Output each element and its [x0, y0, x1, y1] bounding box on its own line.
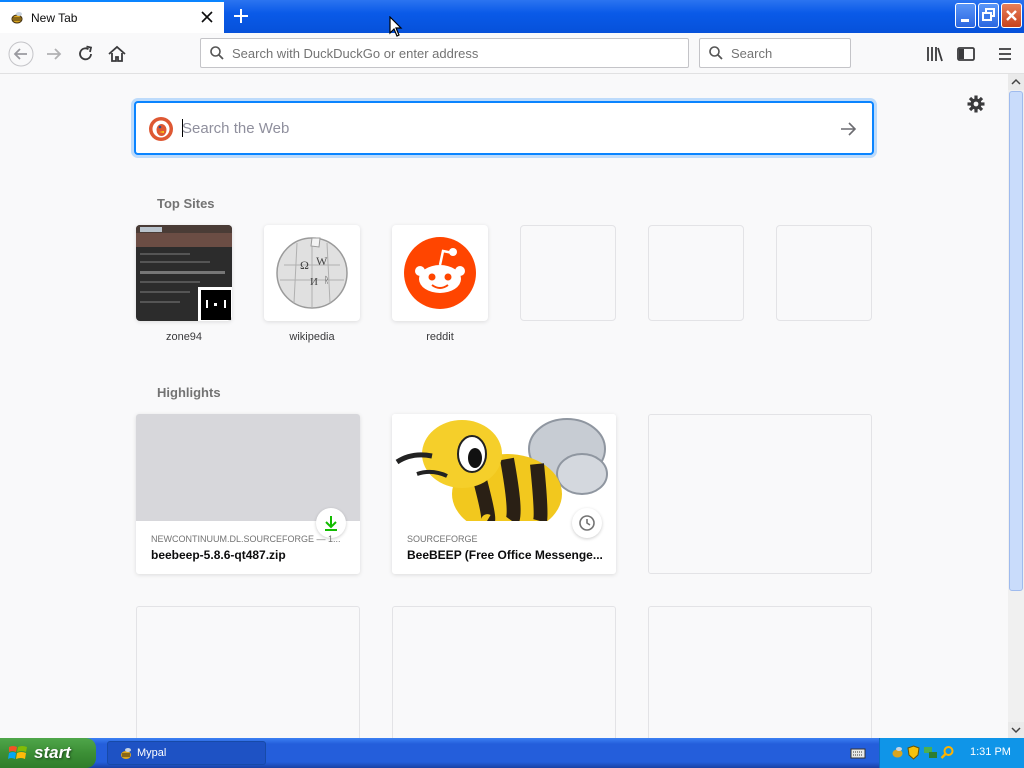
- duckduckgo-icon: [149, 117, 173, 141]
- system-tray: 1:31 PM: [879, 738, 1024, 768]
- search-tray-icon[interactable]: [940, 745, 955, 760]
- network-icon[interactable]: [923, 745, 938, 760]
- keyboard-icon[interactable]: [850, 746, 866, 760]
- search-icon: [210, 46, 224, 60]
- svg-text:W: W: [316, 254, 328, 268]
- new-tab-plus-icon[interactable]: [230, 5, 252, 27]
- reload-icon[interactable]: [74, 42, 98, 66]
- scroll-thumb[interactable]: [1009, 91, 1023, 591]
- svg-text:Ω: Ω: [300, 258, 309, 272]
- restore-button[interactable]: [978, 3, 999, 28]
- start-button[interactable]: start: [0, 738, 96, 768]
- minimize-icon: [961, 19, 969, 22]
- highlight-thumbnail: [392, 414, 616, 521]
- top-sites-title: Top Sites: [157, 196, 215, 211]
- highlight-empty-slot: [392, 606, 616, 738]
- svg-text:ᚱ: ᚱ: [324, 275, 329, 285]
- top-site-empty-slot[interactable]: [520, 225, 616, 321]
- search-icon: [709, 46, 723, 60]
- top-site-label: zone94: [165, 331, 203, 343]
- mouse-cursor-icon: [389, 16, 403, 37]
- highlight-card[interactable]: NEWCONTINUUM.DL.SOURCEFORGE — 1... beebe…: [136, 414, 360, 574]
- vertical-scrollbar[interactable]: [1008, 74, 1024, 738]
- tab-strip: New Tab: [0, 0, 1024, 33]
- library-icon[interactable]: [923, 42, 947, 66]
- mypal-app-icon: [121, 748, 131, 759]
- gear-icon[interactable]: [966, 94, 986, 114]
- web-search-box[interactable]: Search the Web: [135, 102, 873, 154]
- top-site-empty-slot[interactable]: [648, 225, 744, 321]
- mypal-tray-icon[interactable]: [890, 745, 905, 760]
- windows-logo-icon: [8, 746, 27, 759]
- highlight-title: beebeep-5.8.6-qt487.zip: [151, 548, 286, 562]
- close-tab-icon[interactable]: [198, 8, 216, 26]
- top-site-label: reddit: [426, 331, 454, 343]
- top-site-label: wikipedia: [289, 331, 335, 343]
- chevron-down-icon: [1011, 727, 1021, 734]
- tab-title: New Tab: [31, 11, 78, 25]
- url-bar[interactable]: Search with DuckDuckGo or enter address: [200, 38, 689, 68]
- scroll-down-button[interactable]: [1008, 722, 1024, 738]
- highlight-title: BeeBEEP (Free Office Messenge...: [407, 548, 603, 562]
- taskbar-clock: 1:31 PM: [970, 746, 1011, 758]
- close-window-icon: [1006, 10, 1017, 21]
- restore-icon: [982, 8, 995, 21]
- taskbar: start Mypal 1:31 PM: [0, 738, 1024, 768]
- forward-icon[interactable]: [42, 42, 66, 66]
- highlight-empty-slot: [136, 606, 360, 738]
- wikipedia-globe-icon: Ω W И ᚱ: [276, 237, 348, 309]
- highlight-empty-slot: [648, 606, 872, 738]
- web-search-placeholder: Search the Web: [182, 120, 290, 137]
- highlight-host: SOURCEFORGE: [407, 534, 478, 544]
- search-bar-placeholder: Search: [731, 46, 773, 61]
- close-window-button[interactable]: [1001, 3, 1022, 28]
- highlight-empty-slot: [648, 414, 872, 574]
- taskbar-window-mypal[interactable]: Mypal: [107, 741, 266, 765]
- bee-mascot-image: [395, 418, 608, 521]
- security-shield-icon[interactable]: [906, 745, 921, 760]
- top-site-zone94[interactable]: [136, 225, 232, 321]
- highlight-host: NEWCONTINUUM.DL.SOURCEFORGE — 1...: [151, 534, 341, 544]
- highlights-title: Highlights: [157, 385, 221, 400]
- tab-new-tab[interactable]: New Tab: [0, 0, 224, 33]
- highlight-thumbnail: [136, 414, 360, 521]
- arrow-right-icon[interactable]: [838, 119, 858, 139]
- start-label: start: [34, 743, 71, 762]
- top-site-wikipedia[interactable]: Ω W И ᚱ: [264, 225, 360, 321]
- scroll-up-button[interactable]: [1008, 74, 1024, 90]
- top-site-reddit[interactable]: [392, 225, 488, 321]
- sidebar-icon[interactable]: [954, 42, 978, 66]
- home-icon[interactable]: [105, 42, 129, 66]
- zone94-screenshot-thumbnail: [136, 225, 232, 321]
- svg-text:И: И: [310, 276, 318, 288]
- minimize-button[interactable]: [955, 3, 976, 28]
- menu-icon[interactable]: [993, 42, 1017, 66]
- highlight-card[interactable]: SOURCEFORGE BeeBEEP (Free Office Messeng…: [392, 414, 616, 574]
- taskbar-window-label: Mypal: [137, 747, 167, 759]
- back-icon[interactable]: [8, 41, 34, 67]
- url-bar-placeholder: Search with DuckDuckGo or enter address: [232, 46, 479, 61]
- new-tab-page: Search the Web Top Sites zone94 Ω W И ᚱ …: [0, 74, 1008, 738]
- mypal-favicon-icon: [11, 12, 23, 24]
- top-site-empty-slot[interactable]: [776, 225, 872, 321]
- reddit-alien-icon: [404, 237, 476, 309]
- search-bar[interactable]: Search: [699, 38, 851, 68]
- navigation-toolbar: Search with DuckDuckGo or enter address …: [0, 33, 1024, 74]
- chevron-up-icon: [1011, 78, 1021, 85]
